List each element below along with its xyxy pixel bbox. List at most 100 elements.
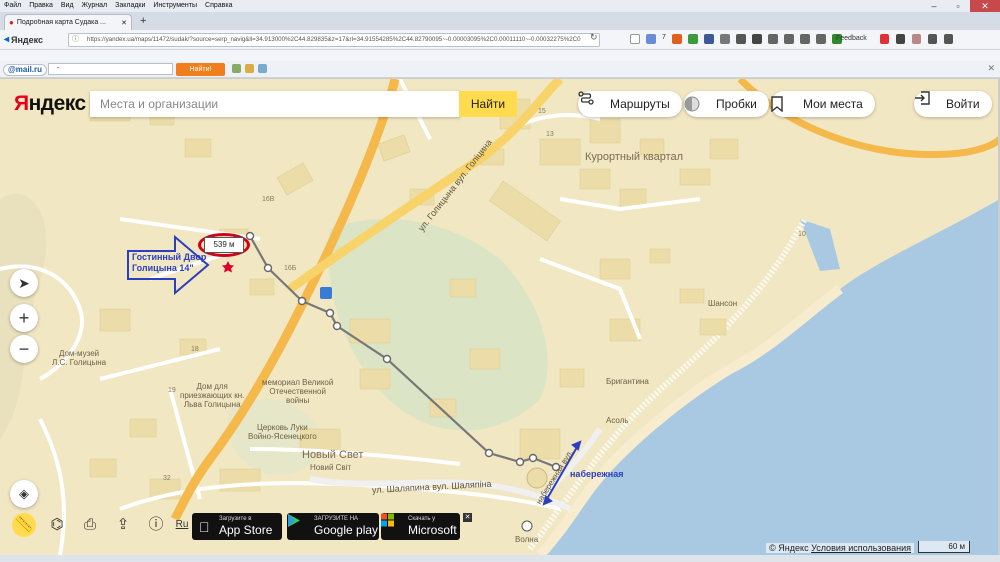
- login-button[interactable]: Войти: [914, 91, 992, 117]
- distance-badge[interactable]: 539 м: [204, 237, 244, 253]
- route-vertex[interactable]: [515, 457, 525, 467]
- site-info-icon[interactable]: ⓘ: [72, 34, 79, 46]
- google-play-badge[interactable]: ЗАГРУЗИТЕ НА Google play: [287, 513, 379, 540]
- reload-icon[interactable]: ↻: [590, 32, 598, 43]
- info-button[interactable]: ⓘ: [144, 513, 168, 537]
- bookmark-icon[interactable]: [928, 34, 937, 44]
- places-search-input[interactable]: [90, 91, 460, 117]
- extension-b-icon[interactable]: [687, 34, 698, 44]
- volna-icon[interactable]: [521, 520, 533, 532]
- page-icon[interactable]: [258, 64, 267, 73]
- house-number: 32: [163, 475, 171, 482]
- yandex-brand[interactable]: ◂ Яндекс: [4, 34, 43, 45]
- menu-help[interactable]: Справка: [205, 0, 232, 12]
- microsoft-badge[interactable]: Скачать у Microsoft: [381, 513, 460, 540]
- back-arrow-icon[interactable]: ◂: [4, 34, 9, 45]
- download-icon[interactable]: [799, 34, 810, 44]
- login-icon: [915, 91, 930, 105]
- memorial-label[interactable]: мемориал Великой Отечественной войны: [262, 378, 333, 405]
- shanson-label[interactable]: Шансон: [708, 299, 737, 308]
- routes-button[interactable]: Маршруты: [578, 91, 682, 117]
- share-button[interactable]: ⇪: [111, 513, 135, 537]
- search-button[interactable]: Найти: [459, 91, 517, 117]
- app-store-badge[interactable]:  Загрузите в App Store: [192, 513, 282, 540]
- mailru-search-button[interactable]: Найти!: [176, 63, 225, 76]
- panorama-button[interactable]: ⌬: [45, 513, 69, 537]
- send-icon[interactable]: [896, 34, 905, 44]
- tab-yandex-maps[interactable]: ● Подробная карта Судака ... ✕: [4, 14, 132, 30]
- route-vertex[interactable]: [325, 308, 335, 318]
- mailru-close-icon[interactable]: ✕: [987, 63, 995, 74]
- pencil-icon[interactable]: [245, 64, 254, 73]
- abp-icon[interactable]: [880, 34, 889, 44]
- mailru-search-select[interactable]: -: [48, 63, 173, 75]
- gplay-small-text: ЗАГРУЗИТЕ НА: [314, 516, 359, 522]
- extension-icons: 7: [630, 34, 842, 44]
- zoom-out-button[interactable]: −: [10, 335, 38, 363]
- ruler-button[interactable]: 📏: [12, 513, 36, 537]
- status-bar: [0, 555, 1000, 562]
- tab-close-icon[interactable]: ✕: [121, 19, 127, 27]
- clipboard-icon[interactable]: [912, 34, 921, 44]
- locate-me-button[interactable]: ➤: [10, 269, 38, 297]
- menu-view[interactable]: Вид: [61, 0, 74, 12]
- chart-icon[interactable]: [232, 64, 241, 73]
- route-vertex[interactable]: [382, 354, 392, 364]
- church-label[interactable]: Церковь Луки Войно-Ясенецкого: [248, 423, 317, 441]
- zoom-in-button[interactable]: +: [10, 304, 38, 332]
- mailru-icons: [232, 64, 267, 73]
- bag-icon[interactable]: [783, 34, 794, 44]
- route-vertex[interactable]: [484, 448, 494, 458]
- print-button[interactable]: ⎙: [78, 513, 102, 537]
- feedback-button[interactable]: Feedback: [836, 35, 867, 42]
- minimize-icon[interactable]: –: [922, 0, 946, 12]
- bus-stop-icon[interactable]: [320, 287, 332, 299]
- star-icon[interactable]: [767, 34, 778, 44]
- new-tab-icon[interactable]: +: [140, 15, 146, 27]
- menu-edit[interactable]: Правка: [29, 0, 53, 12]
- hotel-star-icon[interactable]: [222, 261, 234, 273]
- browser-window: Файл Правка Вид Журнал Закладки Инструме…: [0, 0, 1000, 562]
- layers-button[interactable]: ◈: [10, 480, 38, 508]
- traffic-button[interactable]: Пробки: [684, 91, 769, 117]
- menu-tools[interactable]: Инструменты: [153, 0, 197, 12]
- mailru-logo[interactable]: @mail.ru: [3, 64, 48, 76]
- scale-bar: 60 м: [918, 541, 970, 553]
- sound-icon[interactable]: [719, 34, 730, 44]
- login-label: Войти: [946, 97, 980, 111]
- menu-hamburger-icon[interactable]: [944, 34, 953, 44]
- gplay-big-text: Google play: [314, 523, 379, 537]
- facebook-icon[interactable]: [703, 34, 714, 44]
- menu-file[interactable]: Файл: [4, 0, 21, 12]
- menu-bookmarks[interactable]: Закладки: [115, 0, 145, 12]
- route-vertex[interactable]: [245, 231, 255, 241]
- museum-label[interactable]: Дом-музей Л.С. Голицына: [52, 349, 106, 367]
- weather-icon[interactable]: [646, 34, 656, 44]
- extension-e-icon[interactable]: [671, 34, 682, 44]
- close-badges-icon[interactable]: ✕: [463, 513, 472, 522]
- url-text: https://yandex.ua/maps/11472/sudak/?sour…: [87, 36, 581, 43]
- route-vertex[interactable]: [263, 263, 273, 273]
- route-vertex[interactable]: [297, 296, 307, 306]
- home-icon[interactable]: [815, 34, 826, 44]
- asol-label[interactable]: Асоль: [606, 416, 629, 425]
- terms-link[interactable]: Условия использования: [811, 543, 911, 553]
- brigantina-label[interactable]: Бригантина: [606, 377, 649, 386]
- address-bar[interactable]: ⓘ https://yandex.ua/maps/11472/sudak/?so…: [68, 33, 600, 47]
- guest-house-label[interactable]: Дом для приезжающих кн. Льва Голицына: [180, 382, 244, 409]
- language-switch[interactable]: Ru: [170, 513, 194, 537]
- music-icon[interactable]: [735, 34, 746, 44]
- google-play-logo-icon: [288, 514, 300, 527]
- maximize-icon[interactable]: ▫: [946, 0, 970, 12]
- my-places-button[interactable]: Мои места: [771, 91, 875, 117]
- route-vertex[interactable]: [528, 453, 538, 463]
- search-field-icon[interactable]: [630, 34, 640, 44]
- chat-icon[interactable]: [751, 34, 762, 44]
- yandex-logo[interactable]: Яндекс: [14, 92, 86, 116]
- close-window-icon[interactable]: ✕: [970, 0, 1000, 12]
- volna-label[interactable]: Волна: [515, 535, 538, 544]
- menu-history[interactable]: Журнал: [82, 0, 108, 12]
- map-canvas[interactable]: Курортный квартал Дом-музей Л.С. Голицын…: [0, 79, 1000, 555]
- route-vertex[interactable]: [332, 321, 342, 331]
- share-icon: ⇪: [116, 516, 130, 533]
